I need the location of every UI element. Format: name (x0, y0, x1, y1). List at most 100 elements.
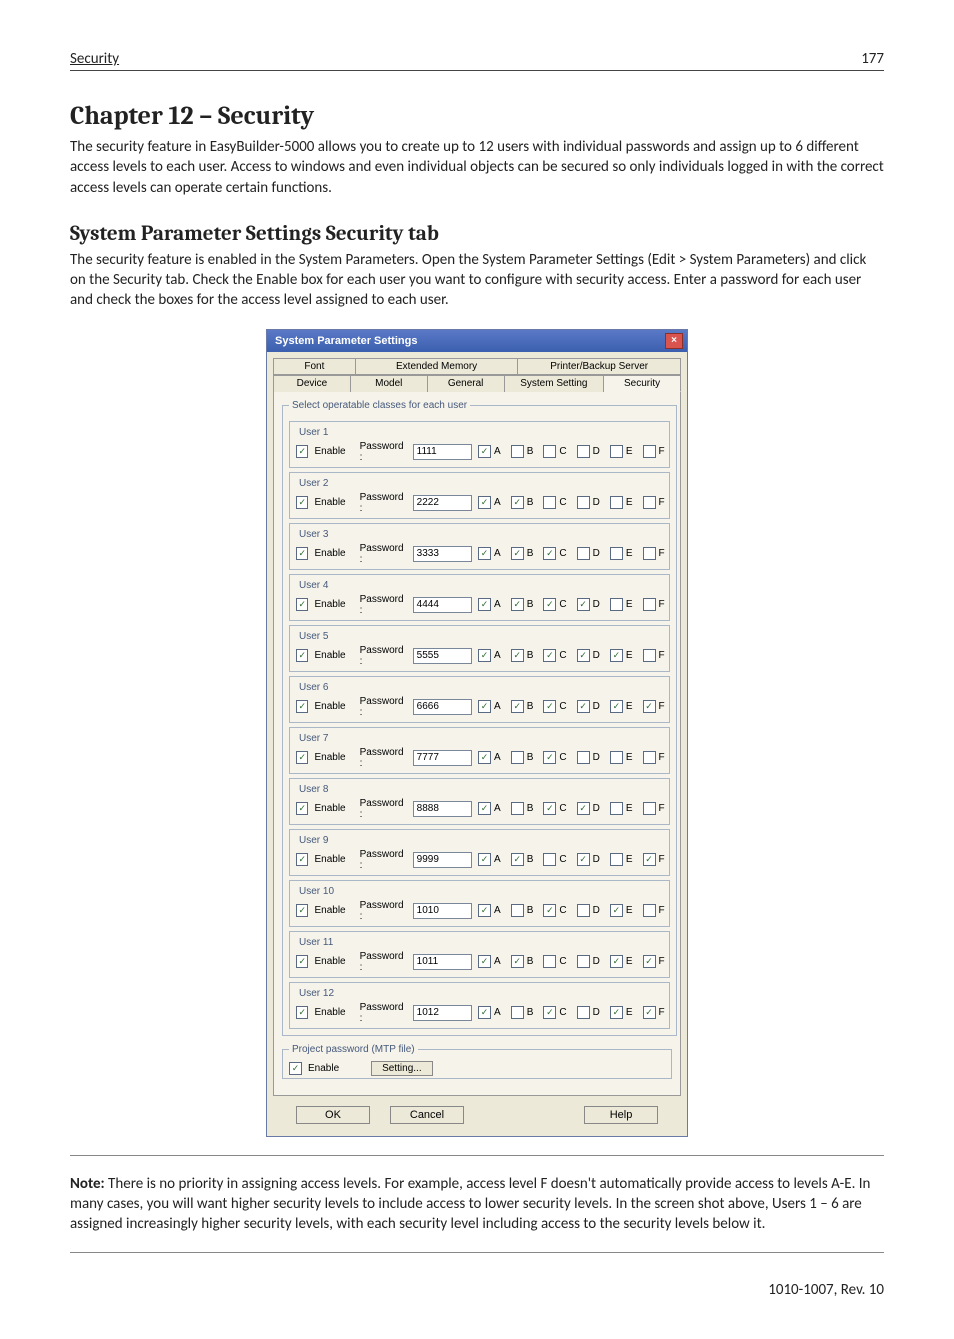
project-pw-enable-checkbox[interactable] (289, 1062, 302, 1075)
class-checkbox-d[interactable] (577, 751, 590, 764)
class-checkbox-e[interactable] (610, 496, 623, 509)
class-checkbox-f[interactable] (643, 751, 656, 764)
enable-checkbox[interactable] (296, 445, 308, 458)
class-checkbox-a[interactable] (478, 445, 491, 458)
class-checkbox-c[interactable] (543, 1006, 556, 1019)
enable-checkbox[interactable] (296, 802, 308, 815)
class-checkbox-d[interactable] (577, 955, 590, 968)
class-checkbox-d[interactable] (577, 649, 590, 662)
cancel-button[interactable]: Cancel (390, 1106, 464, 1124)
class-checkbox-f[interactable] (643, 496, 656, 509)
tab-general[interactable]: General (428, 375, 505, 392)
class-checkbox-c[interactable] (543, 496, 556, 509)
class-checkbox-e[interactable] (610, 445, 623, 458)
class-checkbox-c[interactable] (543, 904, 556, 917)
class-checkbox-d[interactable] (577, 547, 590, 560)
class-checkbox-f[interactable] (643, 649, 656, 662)
close-icon[interactable]: × (665, 333, 683, 349)
class-checkbox-a[interactable] (478, 955, 491, 968)
tab-device[interactable]: Device (273, 375, 351, 392)
help-button[interactable]: Help (584, 1106, 658, 1124)
class-checkbox-b[interactable] (511, 904, 524, 917)
enable-checkbox[interactable] (296, 955, 308, 968)
ok-button[interactable]: OK (296, 1106, 370, 1124)
class-checkbox-e[interactable] (610, 547, 623, 560)
class-checkbox-b[interactable] (511, 700, 524, 713)
class-checkbox-e[interactable] (610, 598, 623, 611)
tab-security[interactable]: Security (604, 375, 681, 392)
class-checkbox-f[interactable] (643, 445, 656, 458)
class-checkbox-b[interactable] (511, 955, 524, 968)
class-checkbox-d[interactable] (577, 853, 590, 866)
enable-checkbox[interactable] (296, 904, 308, 917)
class-checkbox-b[interactable] (511, 853, 524, 866)
class-checkbox-a[interactable] (478, 496, 491, 509)
tab-model[interactable]: Model (351, 375, 428, 392)
class-checkbox-c[interactable] (543, 802, 556, 815)
class-checkbox-e[interactable] (610, 1006, 623, 1019)
class-checkbox-e[interactable] (610, 751, 623, 764)
class-checkbox-b[interactable] (511, 547, 524, 560)
class-checkbox-a[interactable] (478, 649, 491, 662)
class-checkbox-a[interactable] (478, 802, 491, 815)
class-checkbox-b[interactable] (511, 802, 524, 815)
class-checkbox-c[interactable] (543, 649, 556, 662)
class-checkbox-b[interactable] (511, 649, 524, 662)
tab-system-setting[interactable]: System Setting (505, 375, 605, 392)
class-checkbox-a[interactable] (478, 1006, 491, 1019)
password-input[interactable]: 1011 (413, 954, 472, 970)
password-input[interactable]: 1012 (413, 1005, 472, 1021)
class-checkbox-a[interactable] (478, 598, 491, 611)
password-input[interactable]: 8888 (413, 801, 472, 817)
class-checkbox-b[interactable] (511, 751, 524, 764)
class-checkbox-d[interactable] (577, 802, 590, 815)
class-checkbox-d[interactable] (577, 598, 590, 611)
tab-printer-backup-server[interactable]: Printer/Backup Server (518, 358, 681, 375)
class-checkbox-e[interactable] (610, 649, 623, 662)
class-checkbox-e[interactable] (610, 955, 623, 968)
password-input[interactable]: 9999 (413, 852, 472, 868)
enable-checkbox[interactable] (296, 649, 308, 662)
class-checkbox-e[interactable] (610, 853, 623, 866)
enable-checkbox[interactable] (296, 700, 308, 713)
class-checkbox-c[interactable] (543, 598, 556, 611)
class-checkbox-a[interactable] (478, 700, 491, 713)
class-checkbox-d[interactable] (577, 496, 590, 509)
class-checkbox-f[interactable] (643, 802, 656, 815)
class-checkbox-c[interactable] (543, 700, 556, 713)
enable-checkbox[interactable] (296, 1006, 308, 1019)
enable-checkbox[interactable] (296, 598, 308, 611)
tab-extended-memory[interactable]: Extended Memory (356, 358, 519, 375)
class-checkbox-a[interactable] (478, 547, 491, 560)
class-checkbox-c[interactable] (543, 445, 556, 458)
enable-checkbox[interactable] (296, 751, 308, 764)
class-checkbox-f[interactable] (643, 904, 656, 917)
class-checkbox-c[interactable] (543, 853, 556, 866)
password-input[interactable]: 1010 (413, 903, 472, 919)
class-checkbox-d[interactable] (577, 700, 590, 713)
class-checkbox-f[interactable] (643, 853, 656, 866)
class-checkbox-f[interactable] (643, 547, 656, 560)
enable-checkbox[interactable] (296, 853, 308, 866)
class-checkbox-a[interactable] (478, 904, 491, 917)
class-checkbox-e[interactable] (610, 904, 623, 917)
class-checkbox-e[interactable] (610, 700, 623, 713)
class-checkbox-b[interactable] (511, 445, 524, 458)
class-checkbox-c[interactable] (543, 955, 556, 968)
class-checkbox-b[interactable] (511, 598, 524, 611)
class-checkbox-c[interactable] (543, 751, 556, 764)
class-checkbox-f[interactable] (643, 598, 656, 611)
class-checkbox-f[interactable] (643, 1006, 656, 1019)
class-checkbox-b[interactable] (511, 496, 524, 509)
class-checkbox-e[interactable] (610, 802, 623, 815)
password-input[interactable]: 2222 (413, 495, 472, 511)
setting-button[interactable]: Setting... (371, 1061, 432, 1076)
class-checkbox-f[interactable] (643, 955, 656, 968)
enable-checkbox[interactable] (296, 547, 308, 560)
class-checkbox-d[interactable] (577, 1006, 590, 1019)
password-input[interactable]: 4444 (413, 597, 472, 613)
class-checkbox-c[interactable] (543, 547, 556, 560)
class-checkbox-d[interactable] (577, 904, 590, 917)
enable-checkbox[interactable] (296, 496, 308, 509)
class-checkbox-a[interactable] (478, 751, 491, 764)
